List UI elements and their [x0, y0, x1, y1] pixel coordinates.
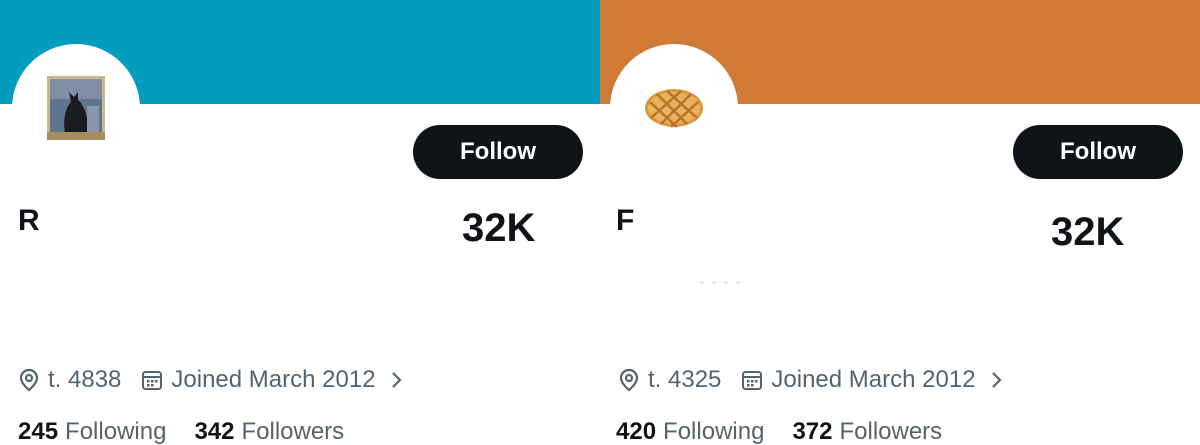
- waffle-image: [645, 89, 703, 128]
- follower-count-badge: 32K: [462, 206, 536, 250]
- location-item: t. 4325: [618, 366, 721, 394]
- profile-meta: t. 4838 Joined March 2012: [18, 364, 402, 396]
- location-text: t. 4838: [48, 366, 122, 393]
- followers-link[interactable]: 372 Followers: [792, 418, 942, 445]
- avatar[interactable]: [610, 44, 738, 172]
- profile-card-right: Follow F 32K t. 4325 Joined March 2012 4…: [600, 0, 1200, 445]
- calendar-icon: [142, 371, 163, 390]
- location-pin-icon: [19, 368, 39, 392]
- follow-stats: 245 Following 342 Followers: [18, 418, 344, 445]
- following-count: 245: [18, 418, 59, 445]
- follow-button[interactable]: Follow: [413, 125, 583, 179]
- location-pin-icon: [619, 368, 639, 392]
- follower-count-badge: 32K: [1051, 210, 1125, 254]
- followers-count: 342: [194, 418, 235, 445]
- following-link[interactable]: 420 Following: [616, 418, 764, 445]
- cat-painting-image: [47, 76, 105, 140]
- display-name[interactable]: R: [18, 204, 40, 238]
- follow-button[interactable]: Follow: [1013, 125, 1183, 179]
- location-text: t. 4325: [648, 366, 722, 393]
- followers-count: 372: [792, 418, 833, 445]
- calendar-icon: [742, 371, 763, 390]
- location-item: t. 4838: [18, 366, 121, 394]
- profile-meta: t. 4325 Joined March 2012: [618, 364, 1002, 396]
- joined-text: Joined March 2012: [771, 366, 976, 393]
- following-label: Following: [663, 418, 765, 445]
- chevron-right-icon[interactable]: [990, 370, 1002, 390]
- follow-stats: 420 Following 372 Followers: [616, 418, 942, 445]
- avatar[interactable]: [12, 44, 140, 172]
- followers-label: Followers: [839, 418, 943, 445]
- profile-cards: Follow R 32K t. 4838 Joined March 2012 2…: [0, 0, 1200, 445]
- following-label: Following: [65, 418, 167, 445]
- followers-label: Followers: [241, 418, 345, 445]
- joined-item[interactable]: Joined March 2012: [141, 366, 402, 394]
- divider-dots: [700, 281, 740, 285]
- profile-card-left: Follow R 32K t. 4838 Joined March 2012 2…: [0, 0, 600, 445]
- following-count: 420: [616, 418, 657, 445]
- display-name[interactable]: F: [616, 204, 634, 238]
- joined-text: Joined March 2012: [171, 366, 376, 393]
- joined-item[interactable]: Joined March 2012: [741, 366, 1002, 394]
- following-link[interactable]: 245 Following: [18, 418, 166, 445]
- chevron-right-icon[interactable]: [390, 370, 402, 390]
- followers-link[interactable]: 342 Followers: [194, 418, 344, 445]
